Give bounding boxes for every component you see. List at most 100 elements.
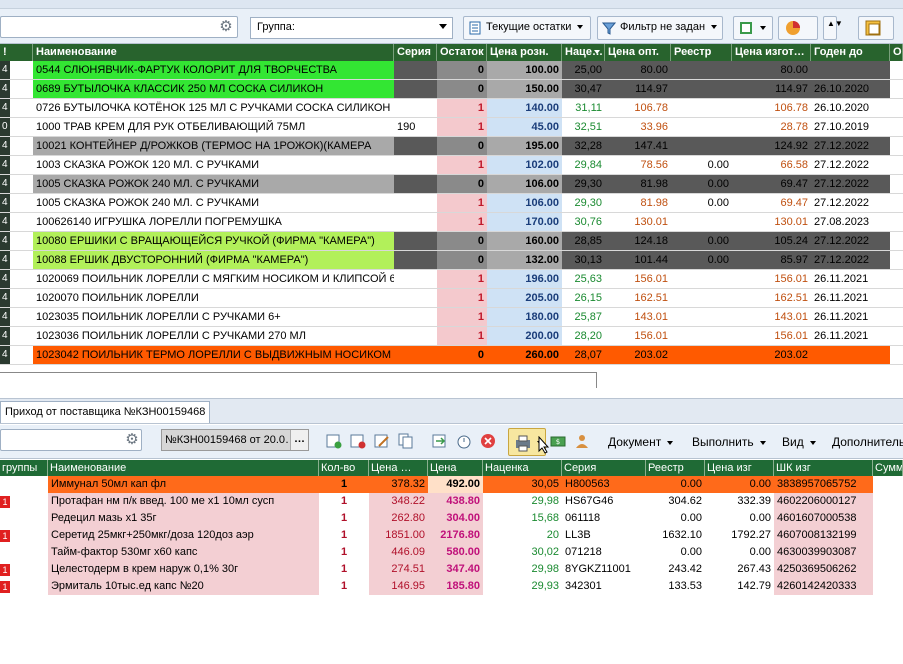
timer-icon[interactable] — [456, 433, 472, 449]
table-row[interactable]: 1 Серетид 25мкг+250мкг/доза 120доз аэр 1 18… — [0, 527, 903, 544]
col2-header-name[interactable]: Наименование — [48, 460, 319, 476]
row-spacer — [10, 213, 33, 231]
document-menu[interactable]: Документ — [604, 431, 677, 453]
sort-button[interactable]: ▲▼ — [823, 16, 843, 40]
cell-stock: 1 — [437, 194, 487, 212]
doc-number-field[interactable]: №КЗН00159468 от 20.0… … — [161, 429, 309, 451]
user-icon[interactable] — [574, 433, 590, 449]
table-row[interactable]: 1 Целестодерм в крем наруж 0,1% 30г 1 274.5… — [0, 561, 903, 578]
col2-header-barcode[interactable]: ШК изг — [774, 460, 873, 476]
col-header-retail[interactable]: Цена розн. — [487, 44, 562, 61]
table-row[interactable]: 4 10088 ЕРШИК ДВУСТОРОННИЙ (ФИРМА "КАМЕРА… — [0, 251, 903, 270]
table-row[interactable]: 4 100626140 ИГРУШКА ЛОРЕЛЛИ ПОГРЕМУШКА 1 17… — [0, 213, 903, 232]
copy-icon[interactable] — [398, 433, 414, 449]
table-row[interactable]: 1 Протафан нм п/к введ. 100 ме х1 10мл су… — [0, 493, 903, 510]
cell-reestr — [671, 213, 732, 231]
edit-row-icon[interactable] — [374, 433, 390, 449]
tab-supplier-receipt[interactable]: Приход от поставщика №КЗН00159468 — [0, 401, 211, 423]
cancel-icon[interactable] — [480, 433, 496, 449]
current-stock-button[interactable]: Текущие остатки — [463, 16, 591, 40]
table-row[interactable]: 4 1023042 ПОИЛЬНИК ТЕРМО ЛОРЕЛЛИ С ВЫДВИЖ… — [0, 346, 903, 365]
table-row[interactable]: Иммунал 50мл кап фл 1 378.32 492.00 30,05 H80… — [0, 476, 903, 493]
col-header-opt[interactable]: Цена опт. — [605, 44, 671, 61]
col2-header-sum[interactable]: Сумм — [873, 460, 903, 476]
row-indicator: 4 — [0, 61, 10, 79]
search-input[interactable] — [0, 16, 238, 38]
col2-header-series[interactable]: Серия — [562, 460, 646, 476]
export-button[interactable] — [733, 16, 773, 40]
row-spacer — [10, 156, 33, 174]
col-header-markup[interactable]: Наце… — [562, 44, 605, 61]
cell-price: 304.00 — [428, 510, 483, 527]
flag-marker: 1 — [0, 530, 10, 542]
table-row[interactable]: Редецил мазь х1 35г 1 262.80 304.00 15,68 061… — [0, 510, 903, 527]
col-header-stock[interactable]: Остаток — [437, 44, 487, 61]
cell-series — [394, 270, 437, 288]
col2-header-mfr-price[interactable]: Цена изг — [705, 460, 774, 476]
cell-series — [394, 175, 437, 193]
cell-expiry — [811, 61, 890, 79]
cell-opt: 81.98 — [605, 194, 671, 212]
col-header-reestr[interactable]: Реестр — [671, 44, 732, 61]
horizontal-scrollbar[interactable] — [0, 372, 597, 388]
cell-stock: 1 — [437, 327, 487, 345]
document-tabs: Приход от поставщика №КЗН00159468 — [0, 398, 903, 424]
table-row[interactable]: 4 1023036 ПОИЛЬНИК ЛОРЕЛЛИ С РУЧКАМИ 270 … — [0, 327, 903, 346]
money-icon[interactable]: $ — [550, 433, 566, 449]
table-row[interactable]: 4 0544 СЛЮНЯВЧИК-ФАРТУК КОЛОРИТ ДЛЯ ТВОРЧ… — [0, 61, 903, 80]
row-indicator: 4 — [0, 80, 10, 98]
table-row[interactable]: 4 0689 БУТЫЛОЧКА КЛАССИК 250 МЛ СОСКА СИЛ… — [0, 80, 903, 99]
doc-search-input[interactable] — [0, 429, 142, 451]
table-row[interactable]: 4 10080 ЕРШИКИ С ВРАЩАЮЩЕЙСЯ РУЧКОЙ (ФИРМ… — [0, 232, 903, 251]
doc-select-button[interactable]: … — [290, 430, 308, 450]
cell-stock: 0 — [437, 137, 487, 155]
move-icon[interactable] — [432, 433, 448, 449]
table-row[interactable]: 0 1000 ТРАВ КРЕМ ДЛЯ РУК ОТБЕЛИВАЮЩИЙ 75М… — [0, 118, 903, 137]
cell-opt: 130.01 — [605, 213, 671, 231]
add-row-icon[interactable] — [326, 433, 342, 449]
cell-stock: 1 — [437, 213, 487, 231]
col2-header-group[interactable]: группы — [0, 460, 48, 476]
delete-row-icon[interactable] — [350, 433, 366, 449]
table-row[interactable]: 4 10021 КОНТЕЙНЕР Д/РОЖКОВ (ТЕРМОС НА 1РО… — [0, 137, 903, 156]
cell-mfr: 0.00 — [705, 476, 774, 493]
col-header-name[interactable]: Наименование — [33, 44, 394, 61]
col2-header-price[interactable]: Цена — [428, 460, 483, 476]
table-row[interactable]: 4 1005 СКАЗКА РОЖОК 240 МЛ. С РУЧКАМИ 1 106… — [0, 194, 903, 213]
col-header-series[interactable]: Серия — [394, 44, 437, 61]
col-header-mfr-price[interactable]: Цена изгот… — [732, 44, 811, 61]
cell-series: HS67G46 — [562, 493, 646, 510]
filter-button[interactable]: Фильтр не задан — [597, 16, 723, 40]
table-row[interactable]: 4 0726 БУТЫЛОЧКА КОТЁНОК 125 МЛ С РУЧКАМИ… — [0, 99, 903, 118]
col2-header-reestr[interactable]: Реестр — [646, 460, 705, 476]
table-row[interactable]: 4 1020070 ПОИЛЬНИК ЛОРЕЛЛИ 1 205.00 26,15 162… — [0, 289, 903, 308]
table-row[interactable]: 1 Эрмиталь 10тыс.ед капс №20 1 146.95 185.80… — [0, 578, 903, 595]
col2-header-qty[interactable]: Кол-во — [319, 460, 369, 476]
gear-icon[interactable]: ⚙ — [124, 432, 140, 448]
cell-reestr — [671, 61, 732, 79]
view-menu[interactable]: Вид — [778, 431, 820, 453]
table-row[interactable]: 4 1020069 ПОИЛЬНИК ЛОРЕЛЛИ С МЯГКИМ НОСИК… — [0, 270, 903, 289]
cell-markup: 29,98 — [483, 493, 562, 510]
more-menu[interactable]: Дополнитель — [828, 431, 903, 453]
table-row[interactable]: 4 1023035 ПОИЛЬНИК ЛОРЕЛЛИ С РУЧКАМИ 6+ 1 1… — [0, 308, 903, 327]
cell-markup: 30,02 — [483, 544, 562, 561]
cell-markup: 29,30 — [562, 194, 605, 212]
cell-reestr — [671, 346, 732, 364]
cell-reestr — [671, 327, 732, 345]
row-spacer — [10, 118, 33, 136]
col-header-o[interactable]: О — [890, 44, 903, 61]
chart-button[interactable] — [778, 16, 818, 40]
table-row[interactable]: 4 1005 СКАЗКА РОЖОК 240 МЛ. С РУЧКАМИ 0 106… — [0, 175, 903, 194]
gear-icon[interactable]: ⚙ — [218, 19, 234, 35]
group-combo[interactable]: Группа: — [250, 17, 453, 39]
col-header-expiry[interactable]: Годен до — [811, 44, 890, 61]
col-header[interactable]: ! — [0, 44, 33, 61]
col2-header-price-in[interactable]: Цена … — [369, 460, 428, 476]
execute-menu[interactable]: Выполнить — [688, 431, 770, 453]
window-button[interactable] — [858, 16, 894, 40]
table-row[interactable]: 4 1003 СКАЗКА РОЖОК 120 МЛ. С РУЧКАМИ 1 102… — [0, 156, 903, 175]
table-row[interactable]: Тайм-фактор 530мг х60 капс 1 446.09 580.00 3… — [0, 544, 903, 561]
col2-header-markup[interactable]: Наценка — [483, 460, 562, 476]
pie-chart-icon — [786, 21, 800, 35]
